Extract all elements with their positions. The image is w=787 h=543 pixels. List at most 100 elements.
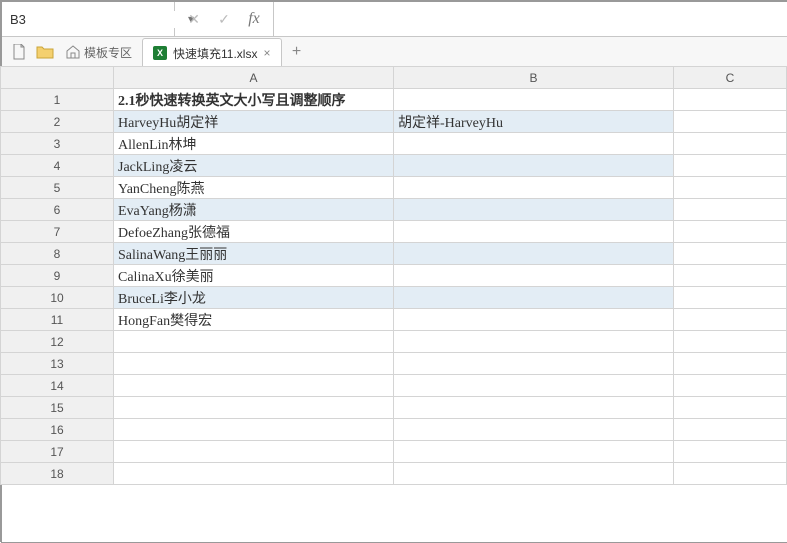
row-header[interactable]: 9 xyxy=(1,265,114,287)
workbook-tab[interactable]: X 快速填充11.xlsx × xyxy=(142,38,281,68)
cell[interactable] xyxy=(674,397,787,419)
cell[interactable] xyxy=(674,177,787,199)
cell[interactable] xyxy=(674,243,787,265)
row-header[interactable]: 11 xyxy=(1,309,114,331)
table-row: 18 xyxy=(1,463,787,485)
add-tab-button[interactable]: + xyxy=(286,41,308,63)
cell[interactable] xyxy=(674,89,787,111)
confirm-icon[interactable]: ✓ xyxy=(209,2,239,36)
row-header[interactable]: 7 xyxy=(1,221,114,243)
col-header-b[interactable]: B xyxy=(394,67,674,89)
open-folder-icon[interactable] xyxy=(34,41,56,63)
cell[interactable] xyxy=(114,397,394,419)
cell[interactable] xyxy=(674,441,787,463)
col-header-a[interactable]: A xyxy=(114,67,394,89)
cell[interactable]: 胡定祥-HarveyHu xyxy=(394,111,674,133)
excel-file-icon: X xyxy=(153,46,167,60)
name-box[interactable] xyxy=(8,11,188,28)
formula-input[interactable] xyxy=(274,2,787,36)
cell[interactable] xyxy=(674,155,787,177)
row-header[interactable]: 17 xyxy=(1,441,114,463)
col-header-c[interactable]: C xyxy=(674,67,787,89)
cell[interactable] xyxy=(394,177,674,199)
cell[interactable] xyxy=(674,133,787,155)
row-header[interactable]: 4 xyxy=(1,155,114,177)
cell[interactable]: DefoeZhang张德福 xyxy=(114,221,394,243)
row-header[interactable]: 1 xyxy=(1,89,114,111)
cell[interactable] xyxy=(394,309,674,331)
row-header[interactable]: 10 xyxy=(1,287,114,309)
cell[interactable] xyxy=(394,199,674,221)
cell[interactable] xyxy=(674,463,787,485)
row-header[interactable]: 6 xyxy=(1,199,114,221)
table-row: 2HarveyHu胡定祥胡定祥-HarveyHu xyxy=(1,111,787,133)
cell[interactable]: CalinaXu徐美丽 xyxy=(114,265,394,287)
cell[interactable] xyxy=(394,331,674,353)
cell[interactable] xyxy=(394,155,674,177)
cell[interactable]: BruceLi李小龙 xyxy=(114,287,394,309)
row-header[interactable]: 18 xyxy=(1,463,114,485)
cell[interactable] xyxy=(114,419,394,441)
column-header-row: A B C xyxy=(1,67,787,89)
cell[interactable] xyxy=(114,463,394,485)
home-icon xyxy=(66,45,80,59)
cell[interactable] xyxy=(394,133,674,155)
cell[interactable]: HarveyHu胡定祥 xyxy=(114,111,394,133)
cell[interactable] xyxy=(394,221,674,243)
spreadsheet-grid[interactable]: A B C 12.1秒快速转换英文大小写且调整顺序2HarveyHu胡定祥胡定祥… xyxy=(0,66,787,542)
cell[interactable] xyxy=(114,331,394,353)
cell[interactable]: YanCheng陈燕 xyxy=(114,177,394,199)
workbook-tab-label: 快速填充11.xlsx xyxy=(173,45,257,62)
cell[interactable]: SalinaWang王丽丽 xyxy=(114,243,394,265)
cell[interactable] xyxy=(394,375,674,397)
row-header[interactable]: 16 xyxy=(1,419,114,441)
cell[interactable] xyxy=(674,287,787,309)
row-header[interactable]: 5 xyxy=(1,177,114,199)
table-row: 14 xyxy=(1,375,787,397)
row-header[interactable]: 2 xyxy=(1,111,114,133)
row-header[interactable]: 14 xyxy=(1,375,114,397)
row-header[interactable]: 15 xyxy=(1,397,114,419)
cell[interactable] xyxy=(674,265,787,287)
new-file-icon[interactable] xyxy=(8,41,30,63)
cell[interactable] xyxy=(394,397,674,419)
cell[interactable] xyxy=(394,243,674,265)
cell[interactable] xyxy=(394,463,674,485)
cell[interactable] xyxy=(674,309,787,331)
cell[interactable] xyxy=(114,375,394,397)
cell[interactable] xyxy=(674,199,787,221)
cell[interactable] xyxy=(394,353,674,375)
cell[interactable]: AllenLin林坤 xyxy=(114,133,394,155)
cell[interactable] xyxy=(674,111,787,133)
template-zone-button[interactable]: 模板专区 xyxy=(60,41,138,63)
cell[interactable] xyxy=(114,353,394,375)
cell[interactable]: 2.1秒快速转换英文大小写且调整顺序 xyxy=(114,89,394,111)
table-row: 3AllenLin林坤 xyxy=(1,133,787,155)
cell[interactable] xyxy=(394,441,674,463)
cell[interactable]: HongFan樊得宏 xyxy=(114,309,394,331)
cell[interactable] xyxy=(674,419,787,441)
cell[interactable] xyxy=(674,375,787,397)
cell[interactable] xyxy=(674,221,787,243)
table-row: 13 xyxy=(1,353,787,375)
fx-icon[interactable]: fx xyxy=(239,2,269,36)
row-header[interactable]: 12 xyxy=(1,331,114,353)
cancel-icon[interactable]: ✕ xyxy=(179,2,209,36)
cell[interactable]: JackLing凌云 xyxy=(114,155,394,177)
cell[interactable] xyxy=(394,419,674,441)
cell[interactable] xyxy=(674,331,787,353)
template-zone-label: 模板专区 xyxy=(84,44,132,61)
cell[interactable] xyxy=(114,441,394,463)
cell[interactable] xyxy=(394,265,674,287)
select-all-corner[interactable] xyxy=(1,67,114,89)
row-header[interactable]: 3 xyxy=(1,133,114,155)
row-header[interactable]: 8 xyxy=(1,243,114,265)
cell[interactable] xyxy=(394,287,674,309)
cell[interactable]: EvaYang杨潇 xyxy=(114,199,394,221)
cell[interactable] xyxy=(394,89,674,111)
row-header[interactable]: 13 xyxy=(1,353,114,375)
formula-bar: ▾ ✕ ✓ fx xyxy=(2,2,787,37)
table-row: 10BruceLi李小龙 xyxy=(1,287,787,309)
close-icon[interactable]: × xyxy=(263,46,270,60)
cell[interactable] xyxy=(674,353,787,375)
